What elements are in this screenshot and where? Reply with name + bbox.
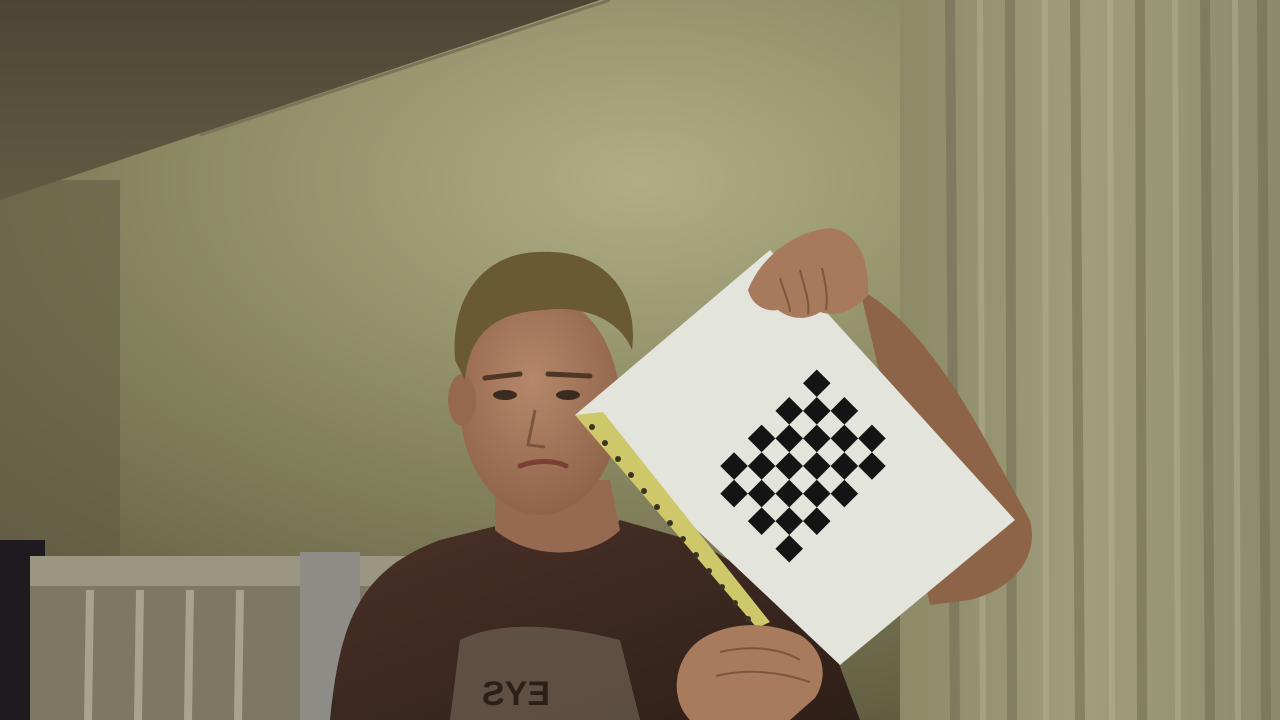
photo-canvas: EYS xyxy=(0,0,1280,720)
ear xyxy=(448,374,476,426)
left-shadow xyxy=(0,180,120,580)
photo-scene: EYS xyxy=(0,0,1280,720)
shirt-print-text: EYS xyxy=(482,675,550,713)
